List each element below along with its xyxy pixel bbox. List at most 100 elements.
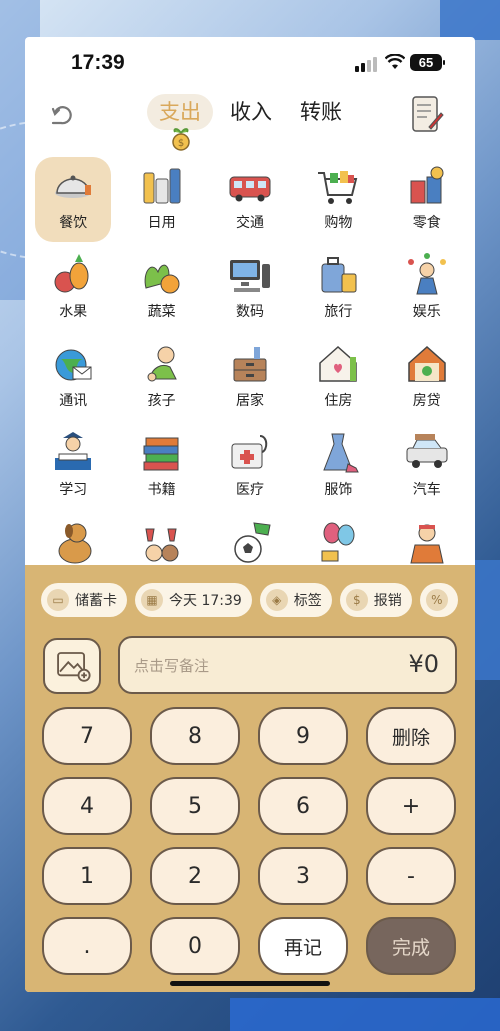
- record-again-button[interactable]: 再记: [258, 917, 348, 975]
- category-item[interactable]: 日用: [117, 155, 205, 244]
- minus-button[interactable]: -: [366, 847, 456, 905]
- category-label: 医疗: [235, 482, 264, 498]
- plus-button[interactable]: +: [366, 777, 456, 835]
- category-item[interactable]: 娱乐: [383, 244, 471, 333]
- coin-sprout-icon: $: [172, 128, 190, 151]
- option-chips: ▭ 储蓄卡 ▦ 今天 17:39 ◈ 标签 $ 报销%: [41, 583, 475, 617]
- category-label: 通讯: [59, 393, 88, 409]
- undo-back-icon[interactable]: [47, 99, 77, 129]
- category-item[interactable]: 购物: [294, 155, 382, 244]
- vegetables-icon: [138, 252, 186, 298]
- status-bar: 17:39 65: [25, 37, 475, 89]
- option-chip[interactable]: ◈ 标签: [259, 583, 332, 617]
- amount-display: ¥0: [408, 650, 439, 678]
- courier-icon: [403, 519, 451, 565]
- category-label: 蔬菜: [147, 304, 176, 320]
- cellular-signal-icon: [355, 57, 377, 72]
- category-item[interactable]: 汽车: [383, 422, 471, 511]
- key-4[interactable]: 4: [42, 777, 132, 835]
- key-1[interactable]: 1: [42, 847, 132, 905]
- home-indicator: [170, 981, 330, 986]
- category-item[interactable]: 蔬菜: [117, 244, 205, 333]
- keypad: 7 8 9 删除 4 5 6 +1 2 3-. 0 再记 完成: [42, 707, 458, 975]
- battery-icon: 65: [410, 54, 445, 71]
- category-item[interactable]: 居家: [206, 333, 294, 422]
- chip-label: 标签: [293, 593, 322, 609]
- snacks-icon: [403, 163, 451, 209]
- category-item[interactable]: 交通: [206, 155, 294, 244]
- option-chip[interactable]: %: [419, 583, 458, 617]
- category-label: 学习: [59, 482, 88, 498]
- luggage-icon: [314, 252, 362, 298]
- dresser-icon: [226, 341, 274, 387]
- done-button[interactable]: 完成: [366, 917, 456, 975]
- memo-field: ¥0: [118, 636, 457, 694]
- add-image-icon: [57, 652, 91, 682]
- key-7[interactable]: 7: [42, 707, 132, 765]
- option-chip[interactable]: $ 报销: [339, 583, 412, 617]
- key-5[interactable]: 5: [150, 777, 240, 835]
- category-item[interactable]: 房贷: [383, 333, 471, 422]
- category-label: 购物: [324, 215, 353, 231]
- bank-card-icon: ▭: [47, 589, 69, 611]
- entry-panel: ▭ 储蓄卡 ▦ 今天 17:39 ◈ 标签 $ 报销% ¥0 789 删除 456 +123-. 0再…: [25, 565, 475, 992]
- soccer-icon: [226, 519, 274, 565]
- category-label: 孩子: [147, 393, 176, 409]
- category-item[interactable]: 零食: [383, 155, 471, 244]
- dog-icon: [49, 519, 97, 565]
- car-icon: [403, 430, 451, 476]
- category-label: 娱乐: [412, 304, 441, 320]
- category-item[interactable]: 通讯: [29, 333, 117, 422]
- category-label: 日用: [147, 215, 176, 231]
- cheers-icon: [138, 519, 186, 565]
- juggler-icon: [403, 252, 451, 298]
- student-icon: [49, 430, 97, 476]
- decimal-point-button[interactable]: .: [42, 917, 132, 975]
- category-label: 汽车: [412, 482, 441, 498]
- delete-button[interactable]: 删除: [366, 707, 456, 765]
- fruit-icon: [49, 252, 97, 298]
- bus-icon: [226, 163, 274, 209]
- key-0[interactable]: 0: [150, 917, 240, 975]
- key-2[interactable]: 2: [150, 847, 240, 905]
- key-3[interactable]: 3: [258, 847, 348, 905]
- category-label: 居家: [235, 393, 264, 409]
- category-item[interactable]: 医疗: [206, 422, 294, 511]
- option-chip[interactable]: ▦ 今天 17:39: [135, 583, 252, 617]
- baby-icon: [138, 341, 186, 387]
- memo-input[interactable]: [134, 654, 354, 678]
- balloons-icon: [314, 519, 362, 565]
- key-8[interactable]: 8: [150, 707, 240, 765]
- category-item[interactable]: 服饰: [294, 422, 382, 511]
- chip-label: 储蓄卡: [75, 593, 117, 609]
- option-chip[interactable]: ▭ 储蓄卡: [41, 583, 127, 617]
- add-image-button[interactable]: [43, 638, 101, 694]
- books-icon: [138, 430, 186, 476]
- category-item[interactable]: 书籍: [117, 422, 205, 511]
- category-item[interactable]: 数码: [206, 244, 294, 333]
- shopping-cart-icon: [314, 163, 362, 209]
- category-item[interactable]: 旅行: [294, 244, 382, 333]
- dining-icon: [49, 163, 97, 209]
- tab-income[interactable]: 收入: [230, 94, 272, 130]
- category-label: 旅行: [324, 304, 353, 320]
- category-item[interactable]: 孩子: [117, 333, 205, 422]
- key-9[interactable]: 9: [258, 707, 348, 765]
- category-label: 房贷: [412, 393, 441, 409]
- category-label: 服饰: [324, 482, 353, 498]
- category-item[interactable]: 住房: [294, 333, 382, 422]
- key-6[interactable]: 6: [258, 777, 348, 835]
- chip-label: 今天 17:39: [169, 593, 242, 609]
- category-item[interactable]: 学习: [29, 422, 117, 511]
- phone-screen: 17:39 65 支出 收入 转账 $ 餐饮 日用 交通 购物 零食 水果 蔬菜…: [25, 37, 475, 992]
- reimburse-icon: $: [345, 589, 368, 611]
- bill-scroll-icon[interactable]: [407, 93, 445, 135]
- house-money-icon: [403, 341, 451, 387]
- tab-transfer[interactable]: 转账: [300, 94, 342, 130]
- chip-label: 报销: [373, 593, 402, 609]
- computer-icon: [226, 252, 274, 298]
- category-item[interactable]: 餐饮: [35, 157, 112, 242]
- category-label: 住房: [324, 393, 353, 409]
- svg-text:$: $: [178, 138, 184, 149]
- category-item[interactable]: 水果: [29, 244, 117, 333]
